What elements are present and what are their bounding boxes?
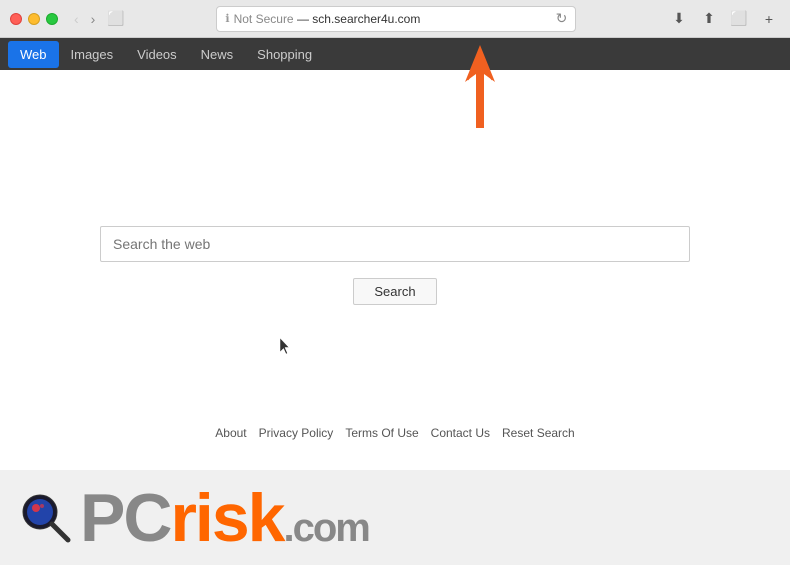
nav-arrows: ‹ › — [70, 9, 99, 29]
tab-news[interactable]: News — [189, 41, 246, 68]
search-container: Search — [100, 226, 690, 305]
footer-links: About Privacy Policy Terms Of Use Contac… — [215, 426, 574, 440]
share-icon[interactable]: ⬆ — [698, 8, 720, 30]
about-link[interactable]: About — [215, 426, 246, 440]
mouse-cursor — [280, 338, 292, 356]
contact-us-link[interactable]: Contact Us — [431, 426, 490, 440]
search-button[interactable]: Search — [353, 278, 436, 305]
reset-search-link[interactable]: Reset Search — [502, 426, 575, 440]
close-button[interactable] — [10, 13, 22, 25]
toolbar-icons: ⬇ ⬆ ⬜ + — [668, 8, 780, 30]
tab-bar: Web Images Videos News Shopping — [0, 38, 790, 70]
address-bar-container: ℹ Not Secure — sch.searcher4u.com ↻ — [135, 6, 658, 32]
minimize-button[interactable] — [28, 13, 40, 25]
tab-images[interactable]: Images — [59, 41, 126, 68]
search-input[interactable] — [100, 226, 690, 262]
traffic-lights — [10, 13, 58, 25]
forward-button[interactable]: › — [87, 9, 100, 29]
tab-overview-icon[interactable]: ⬜ — [728, 8, 750, 30]
address-text: Not Secure — sch.searcher4u.com — [234, 12, 421, 26]
tab-web[interactable]: Web — [8, 41, 59, 68]
watermark: PCrisk.com — [0, 470, 790, 565]
maximize-button[interactable] — [46, 13, 58, 25]
page-icon: ⬜ — [107, 10, 124, 27]
pcrisk-logo: PCrisk.com — [20, 484, 369, 552]
back-button[interactable]: ‹ — [70, 9, 83, 29]
search-input-wrapper — [100, 226, 690, 262]
terms-of-use-link[interactable]: Terms Of Use — [345, 426, 418, 440]
address-bar[interactable]: ℹ Not Secure — sch.searcher4u.com ↻ — [216, 6, 576, 32]
add-tab-icon[interactable]: + — [758, 8, 780, 30]
main-content: Search About Privacy Policy Terms Of Use… — [0, 70, 790, 500]
tab-shopping[interactable]: Shopping — [245, 41, 324, 68]
magnifier-icon — [20, 492, 72, 544]
download-icon[interactable]: ⬇ — [668, 8, 690, 30]
tab-videos[interactable]: Videos — [125, 41, 189, 68]
reload-icon[interactable]: ↻ — [556, 10, 568, 27]
title-bar: ‹ › ⬜ ℹ Not Secure — sch.searcher4u.com … — [0, 0, 790, 38]
pcrisk-text: PCrisk.com — [80, 484, 369, 552]
lock-icon: ℹ — [225, 12, 229, 25]
privacy-policy-link[interactable]: Privacy Policy — [259, 426, 334, 440]
